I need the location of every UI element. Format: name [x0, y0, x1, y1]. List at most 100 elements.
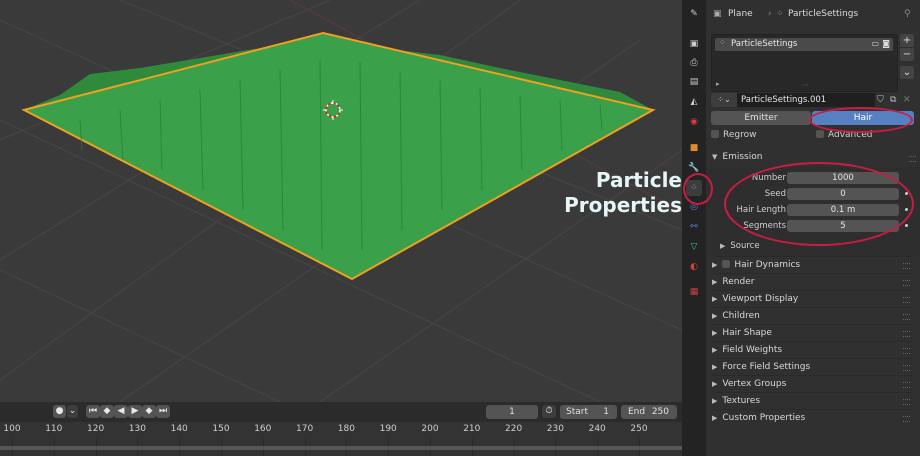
regrow-box[interactable] — [711, 130, 719, 138]
collapsed-icon: ▶ — [712, 261, 718, 269]
advanced-box[interactable] — [816, 130, 824, 138]
specials-menu-icon[interactable]: ⌄ — [900, 66, 914, 79]
browse-particle-settings-icon[interactable]: ⁘⌄ — [711, 93, 737, 107]
3d-viewport[interactable]: Particle Properties — [0, 0, 682, 402]
grass-plane[interactable] — [21, 31, 656, 281]
material-tab-icon[interactable]: ◐ — [686, 259, 702, 275]
list-resize-grip[interactable]: ⋯ — [802, 81, 809, 89]
emission-header[interactable]: ▼ Emission — [712, 152, 762, 162]
view-layer-tab-icon[interactable]: ▤ — [686, 74, 702, 90]
frame-ruler[interactable]: 100 110 120 130 140 150 160 170 180 190 200 210 220 2… — [0, 422, 682, 456]
panel-grip[interactable] — [903, 416, 910, 422]
current-frame-field[interactable]: 1 — [486, 405, 538, 419]
hair-dynamics-header[interactable]: ▶ Hair Dynamics — [712, 256, 914, 273]
ruler-label: 250 — [630, 424, 648, 434]
start-frame-field[interactable]: Start 1 — [560, 405, 617, 419]
hair-dynamics-checkbox[interactable] — [722, 260, 731, 268]
datablock-name-field[interactable]: ParticleSettings.001 — [737, 93, 875, 107]
play-reverse-icon[interactable]: ◀ — [114, 405, 128, 418]
breadcrumb-object: Plane — [728, 9, 753, 19]
datablock-selector[interactable]: ⁘⌄ ParticleSettings.001 ⛉ ⧉ ✕ — [711, 93, 913, 107]
panel-grip[interactable] — [903, 297, 910, 303]
ruler-label: 200 — [421, 424, 439, 434]
source-subpanel-header[interactable]: ▶ Source — [720, 241, 760, 251]
timeline-scrollbar[interactable] — [0, 446, 682, 450]
panel-grip[interactable] — [903, 263, 910, 269]
collapsed-icon: ▶ — [712, 278, 718, 286]
ruler-label: 150 — [212, 424, 230, 434]
panel-grip[interactable] — [903, 280, 910, 286]
start-label: Start — [566, 407, 588, 417]
list-expand-icon[interactable]: ▸ — [716, 80, 720, 88]
emission-title: Emission — [722, 152, 763, 162]
particle-system-item[interactable]: ⁘ ParticleSettings ▭ ◙ — [715, 38, 893, 51]
render-tab-icon[interactable]: ▣ — [686, 36, 702, 52]
collapsed-icon: ▶ — [712, 346, 718, 354]
particle-item-icon: ⁘ — [719, 38, 726, 47]
collapsed-icon: ▶ — [712, 363, 718, 371]
jump-to-end-icon[interactable]: ⏭ — [156, 405, 170, 418]
remove-slot-button[interactable]: − — [900, 48, 914, 61]
annotation-line-1: Particle — [595, 168, 682, 192]
section-force-field-settings[interactable]: ▶ Force Field Settings — [712, 358, 914, 375]
section-hair-shape[interactable]: ▶ Hair Shape — [712, 324, 914, 341]
source-label: Source — [730, 241, 760, 251]
play-icon[interactable]: ▶ — [128, 405, 142, 418]
jump-to-start-icon[interactable]: ⏮ — [86, 405, 100, 418]
ruler-label: 210 — [463, 424, 481, 434]
section-custom-properties[interactable]: ▶ Custom Properties — [712, 409, 914, 426]
unlink-icon[interactable]: ✕ — [903, 93, 913, 107]
keyframe-dot[interactable] — [905, 224, 908, 227]
jump-to-keyframe-forward-icon[interactable]: ◆ — [142, 405, 156, 418]
show-render-icon[interactable]: ◙ — [882, 39, 890, 48]
mesh-object-icon: ▣ — [713, 9, 722, 19]
fake-user-icon[interactable]: ⛉ — [877, 93, 889, 107]
world-tab-icon[interactable]: ◉ — [686, 114, 702, 130]
duplicate-icon[interactable]: ⧉ — [890, 93, 902, 107]
section-field-weights[interactable]: ▶ Field Weights — [712, 341, 914, 358]
section-label: Children — [722, 311, 760, 321]
annotation-label: Particle Properties — [560, 168, 682, 218]
section-label: Vertex Groups — [722, 379, 787, 389]
texture-tab-icon[interactable]: ▦ — [686, 284, 702, 300]
scene-tab-icon[interactable]: ◭ — [686, 94, 702, 110]
annotation-circle-emission — [724, 162, 914, 246]
panel-grip[interactable] — [903, 382, 910, 388]
tool-tab-icon[interactable]: ✎ — [686, 6, 702, 22]
regrow-checkbox[interactable]: Regrow — [711, 130, 756, 140]
jump-to-keyframe-back-icon[interactable]: ◆ — [100, 405, 114, 418]
annotation-line-2: Properties — [564, 193, 682, 217]
object-tab-icon[interactable]: ■ — [686, 140, 702, 156]
panel-grip[interactable] — [903, 331, 910, 337]
particle-system-list[interactable]: ⁘ ParticleSettings ▭ ◙ ▸ ⋯ — [711, 34, 898, 92]
breadcrumb-settings: ParticleSettings — [788, 9, 859, 19]
output-tab-icon[interactable]: ⎙ — [686, 55, 702, 71]
annotation-circle-tab — [683, 173, 713, 205]
add-slot-button[interactable]: + — [900, 34, 914, 47]
panel-grip[interactable] — [903, 314, 910, 320]
type-emitter-button[interactable]: Emitter — [711, 111, 811, 125]
section-render[interactable]: ▶ Render — [712, 273, 914, 290]
keying-dropdown[interactable]: ⌄ — [67, 405, 78, 418]
section-label: Field Weights — [722, 345, 783, 355]
pin-icon[interactable]: ⚲ — [904, 9, 911, 19]
ruler-label: 100 — [3, 424, 21, 434]
record-icon[interactable]: ● — [53, 405, 66, 418]
panel-grip[interactable] — [903, 348, 910, 354]
section-children[interactable]: ▶ Children — [712, 307, 914, 324]
section-vertex-groups[interactable]: ▶ Vertex Groups — [712, 375, 914, 392]
panel-grip[interactable] — [909, 156, 916, 162]
stopwatch-icon[interactable]: ⏱ — [542, 405, 556, 418]
end-frame-field[interactable]: End 250 — [621, 405, 677, 419]
ruler-label: 140 — [170, 424, 188, 434]
playback-controls: ● ⌄ ⏮ ◆ ◀ ▶ ◆ ⏭ 1 ⏱ Start 1 End 250 — [0, 402, 682, 422]
panel-grip[interactable] — [903, 399, 910, 405]
section-viewport-display[interactable]: ▶ Viewport Display — [712, 290, 914, 307]
breadcrumb-separator: › — [768, 9, 772, 19]
panel-grip[interactable] — [903, 365, 910, 371]
ruler-label: 180 — [337, 424, 355, 434]
hair-dynamics-label: Hair Dynamics — [734, 260, 801, 270]
data-tab-icon[interactable]: ▽ — [686, 239, 702, 255]
show-viewport-icon[interactable]: ▭ — [871, 39, 879, 48]
section-textures[interactable]: ▶ Textures — [712, 392, 914, 409]
